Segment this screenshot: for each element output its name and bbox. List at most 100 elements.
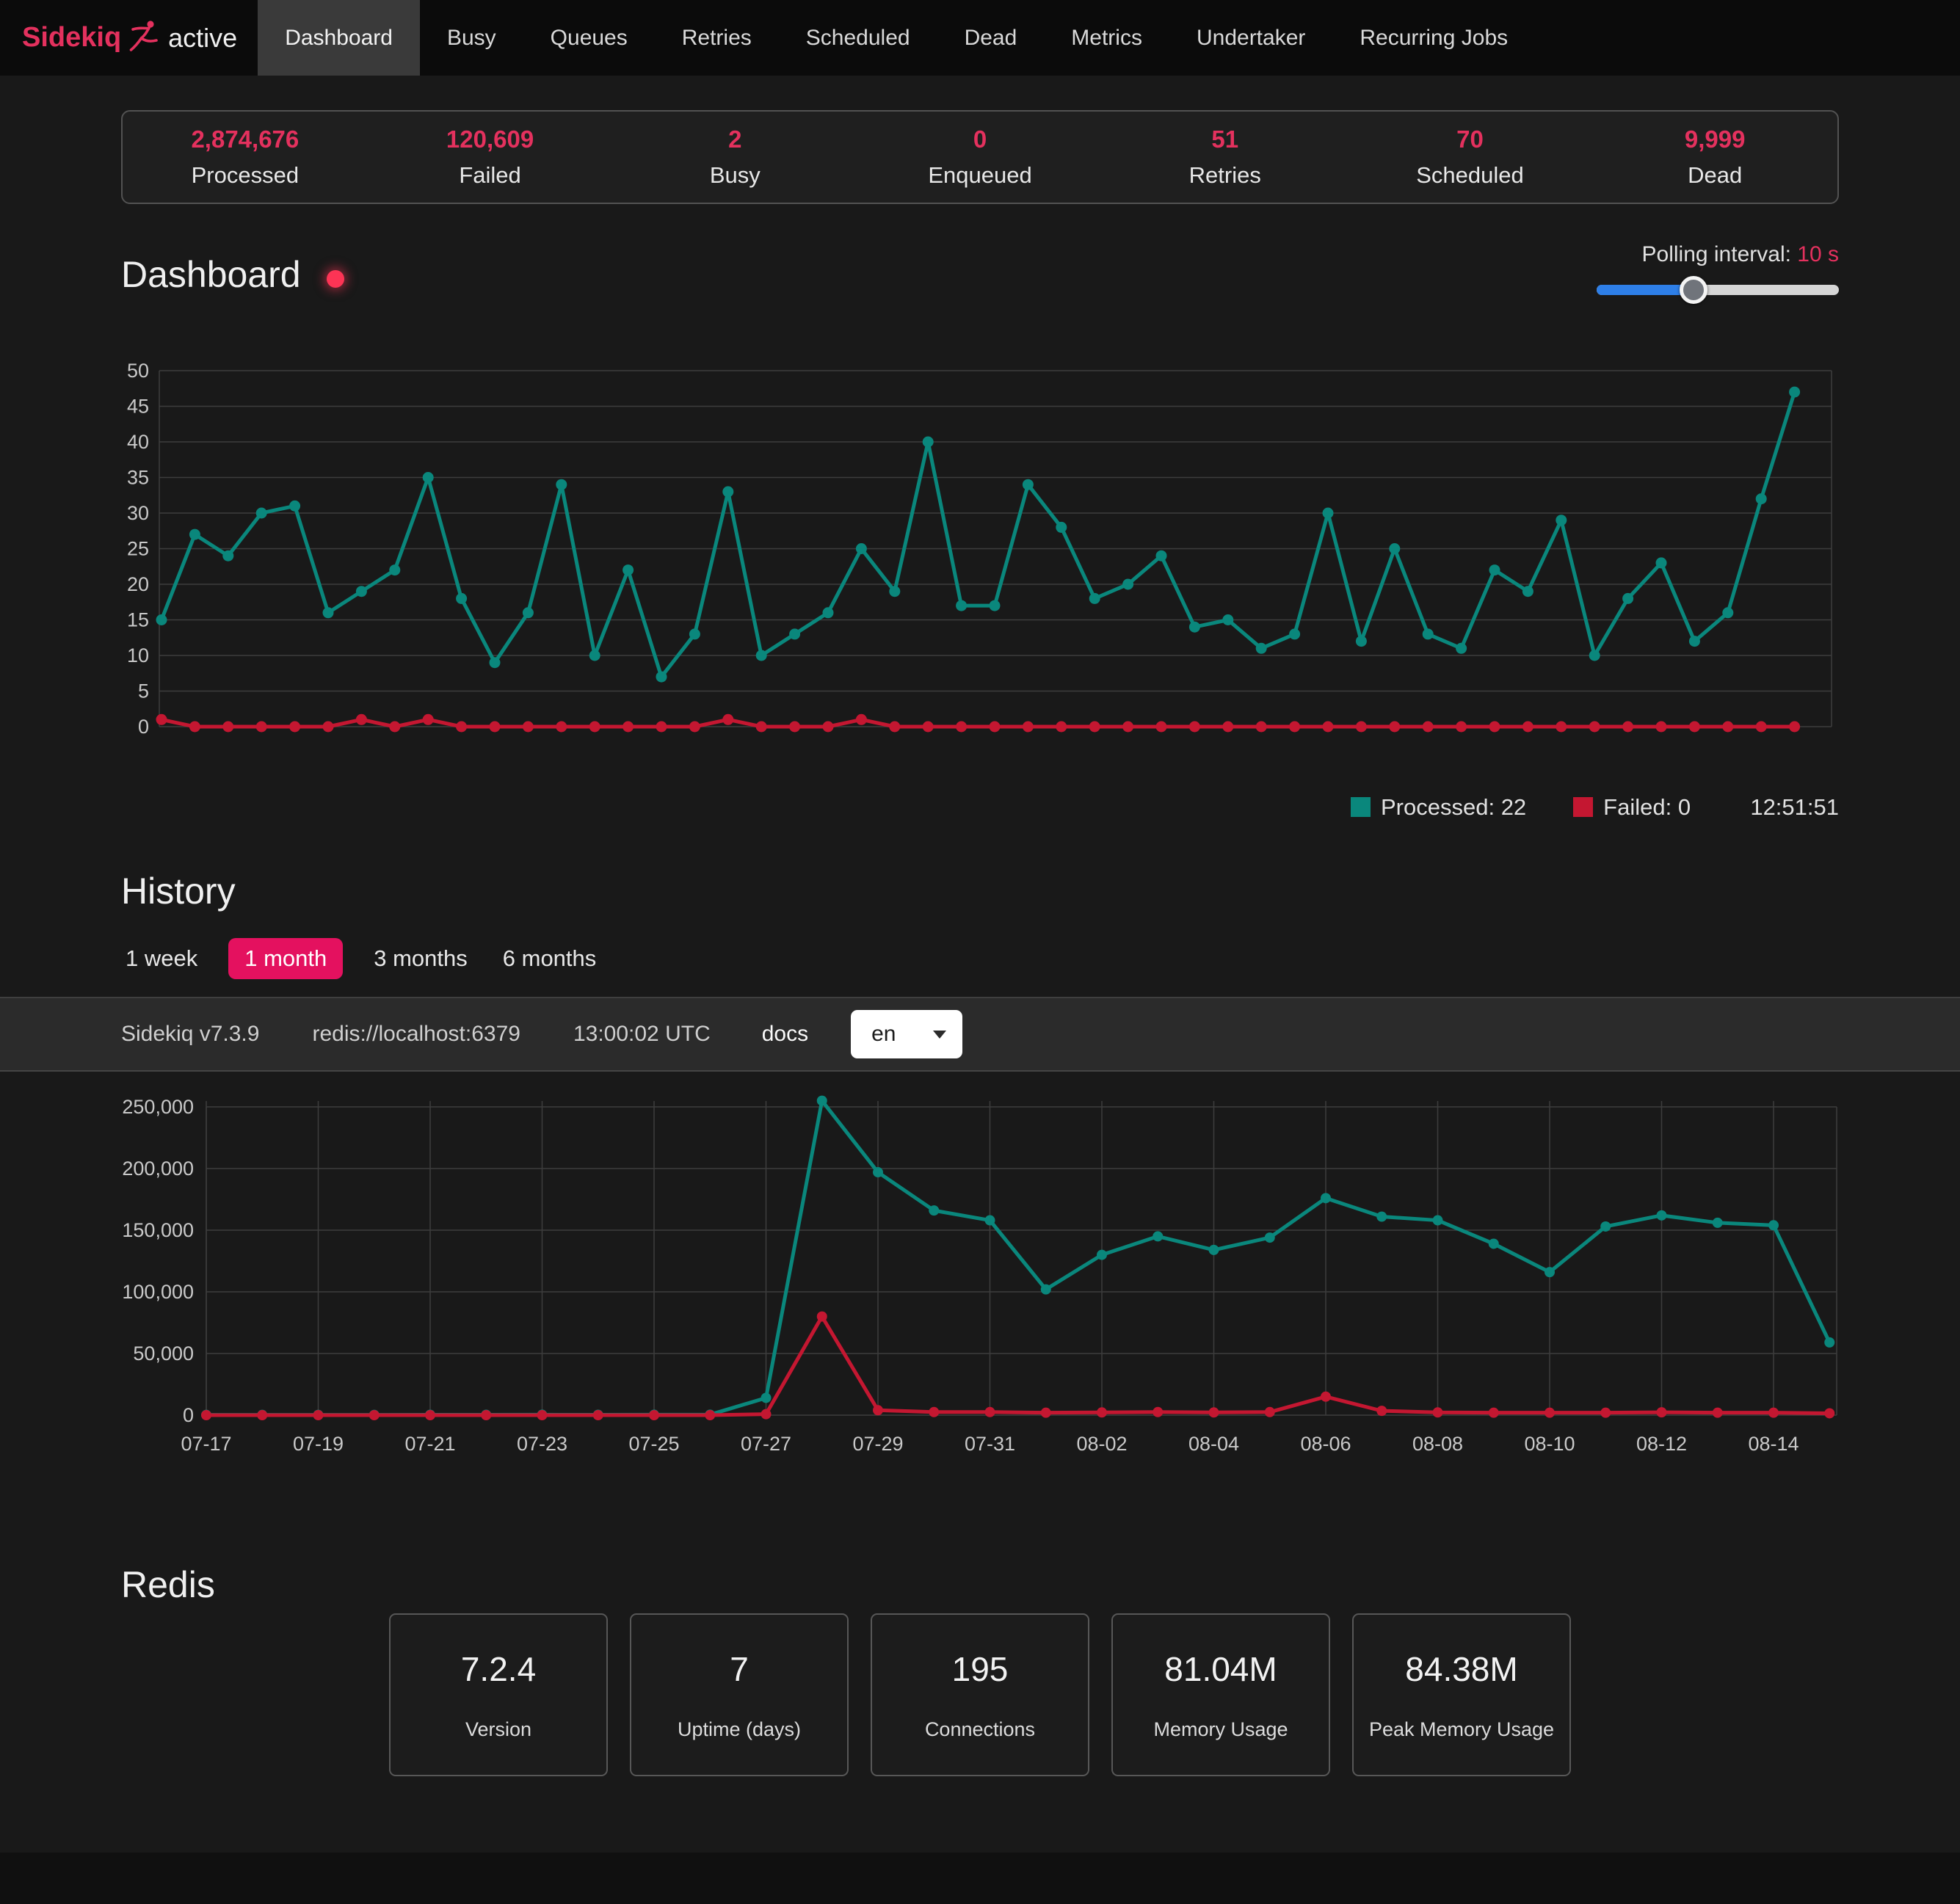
svg-text:08-02: 08-02 (1076, 1433, 1127, 1455)
redis-card-peak-memory: 84.38M Peak Memory Usage (1352, 1613, 1571, 1776)
redis-memory-label: Memory Usage (1153, 1718, 1288, 1741)
stat-busy[interactable]: 2 Busy (612, 126, 857, 189)
svg-text:08-12: 08-12 (1636, 1433, 1687, 1455)
chart-legend: Processed: 22 Failed: 0 12:51:51 (1351, 794, 1839, 821)
stat-enqueued-label: Enqueued (857, 162, 1103, 189)
redis-cards: 7.2.4 Version 7 Uptime (days) 195 Connec… (0, 1613, 1960, 1776)
legend-timestamp: 12:51:51 (1750, 794, 1839, 821)
svg-text:10: 10 (127, 644, 149, 666)
stat-dead-label: Dead (1592, 162, 1837, 189)
svg-text:07-21: 07-21 (404, 1433, 455, 1455)
svg-text:150,000: 150,000 (122, 1219, 194, 1241)
stat-dead[interactable]: 9,999 Dead (1592, 126, 1837, 189)
redis-card-version: 7.2.4 Version (389, 1613, 608, 1776)
svg-text:07-27: 07-27 (741, 1433, 791, 1455)
nav-item-queues[interactable]: Queues (523, 0, 655, 76)
stat-busy-label: Busy (612, 162, 857, 189)
svg-text:40: 40 (127, 431, 149, 453)
stat-scheduled[interactable]: 70 Scheduled (1348, 126, 1593, 189)
redis-card-connections: 195 Connections (871, 1613, 1089, 1776)
brand-status: active (168, 23, 237, 54)
redis-card-memory: 81.04M Memory Usage (1111, 1613, 1330, 1776)
range-1-month[interactable]: 1 month (228, 938, 343, 979)
range-3-months[interactable]: 3 months (369, 938, 472, 979)
chevron-down-icon (933, 1031, 946, 1039)
realtime-chart: 05101520253035404550 (114, 352, 1846, 778)
range-6-months[interactable]: 6 months (498, 938, 601, 979)
brand[interactable]: Sidekiq active (0, 0, 258, 76)
legend-failed: Failed: 0 (1573, 794, 1691, 821)
top-nav: Sidekiq active Dashboard Busy Queues Ret… (0, 0, 1960, 76)
nav-items: Dashboard Busy Queues Retries Scheduled … (258, 0, 1535, 76)
history-chart: 050,000100,000150,000200,000250,00007-17… (110, 1078, 1850, 1489)
stat-processed[interactable]: 2,874,676 Processed (123, 126, 368, 189)
stat-failed[interactable]: 120,609 Failed (368, 126, 613, 189)
svg-text:25: 25 (127, 538, 149, 560)
nav-item-dashboard[interactable]: Dashboard (258, 0, 420, 76)
svg-text:08-10: 08-10 (1524, 1433, 1575, 1455)
stat-enqueued[interactable]: 0 Enqueued (857, 126, 1103, 189)
svg-text:0: 0 (138, 716, 149, 738)
slider-thumb[interactable] (1680, 276, 1707, 304)
redis-uptime-value: 7 (730, 1649, 749, 1689)
nav-item-retries[interactable]: Retries (655, 0, 779, 76)
redis-version-label: Version (465, 1718, 531, 1741)
polling-label-text: Polling interval: (1642, 242, 1791, 266)
legend-processed: Processed: 22 (1351, 794, 1526, 821)
stat-busy-value: 2 (612, 126, 857, 153)
stat-enqueued-value: 0 (857, 126, 1103, 153)
nav-item-scheduled[interactable]: Scheduled (779, 0, 937, 76)
legend-failed-label: Failed: 0 (1603, 794, 1691, 820)
stat-scheduled-value: 70 (1348, 126, 1593, 153)
nav-item-undertaker[interactable]: Undertaker (1169, 0, 1332, 76)
legend-processed-label: Processed: 22 (1381, 794, 1526, 820)
svg-text:07-25: 07-25 (628, 1433, 679, 1455)
svg-text:5: 5 (138, 680, 149, 702)
svg-text:07-23: 07-23 (517, 1433, 567, 1455)
svg-text:20: 20 (127, 573, 149, 595)
redis-peak-memory-value: 84.38M (1405, 1649, 1517, 1689)
stat-retries[interactable]: 51 Retries (1103, 126, 1348, 189)
svg-text:08-08: 08-08 (1412, 1433, 1463, 1455)
locale-value: en (851, 1022, 896, 1047)
docs-link[interactable]: docs (762, 1022, 808, 1047)
svg-text:0: 0 (183, 1404, 194, 1426)
redis-peak-memory-label: Peak Memory Usage (1369, 1718, 1554, 1741)
history-range-buttons: 1 week 1 month 3 months 6 months (121, 938, 600, 979)
stat-retries-value: 51 (1103, 126, 1348, 153)
redis-memory-value: 81.04M (1164, 1649, 1277, 1689)
redis-connections-label: Connections (925, 1718, 1035, 1741)
page-bottom-band (0, 1853, 1960, 1904)
stat-retries-label: Retries (1103, 162, 1348, 189)
polling-interval-slider[interactable] (1597, 285, 1839, 295)
range-1-week[interactable]: 1 week (121, 938, 202, 979)
svg-text:250,000: 250,000 (122, 1096, 194, 1118)
nav-item-dead[interactable]: Dead (937, 0, 1045, 76)
polling-interval-label: Polling interval: 10 s (1642, 242, 1840, 267)
locale-select[interactable]: en (851, 1010, 962, 1058)
svg-text:15: 15 (127, 609, 149, 631)
svg-text:07-31: 07-31 (965, 1433, 1015, 1455)
sidekiq-version: Sidekiq v7.3.9 (121, 1022, 259, 1047)
svg-text:07-17: 07-17 (181, 1433, 231, 1455)
polling-value: 10 s (1797, 242, 1839, 266)
nav-item-recurring-jobs[interactable]: Recurring Jobs (1332, 0, 1535, 76)
redis-url: redis://localhost:6379 (312, 1022, 520, 1047)
processed-swatch-icon (1351, 797, 1371, 817)
stat-processed-value: 2,874,676 (123, 126, 368, 153)
stat-dead-value: 9,999 (1592, 126, 1837, 153)
sidekiq-dancer-icon (128, 18, 161, 57)
redis-uptime-label: Uptime (days) (678, 1718, 801, 1741)
status-bar: Sidekiq v7.3.9 redis://localhost:6379 13… (0, 997, 1960, 1072)
server-time: 13:00:02 UTC (573, 1022, 711, 1047)
brand-name: Sidekiq (22, 22, 121, 54)
nav-item-metrics[interactable]: Metrics (1044, 0, 1169, 76)
nav-item-busy[interactable]: Busy (420, 0, 523, 76)
svg-text:35: 35 (127, 467, 149, 489)
svg-text:07-29: 07-29 (852, 1433, 903, 1455)
history-title: History (121, 870, 236, 912)
redis-card-uptime: 7 Uptime (days) (630, 1613, 849, 1776)
svg-text:30: 30 (127, 502, 149, 524)
stat-failed-value: 120,609 (368, 126, 613, 153)
svg-text:08-04: 08-04 (1188, 1433, 1239, 1455)
